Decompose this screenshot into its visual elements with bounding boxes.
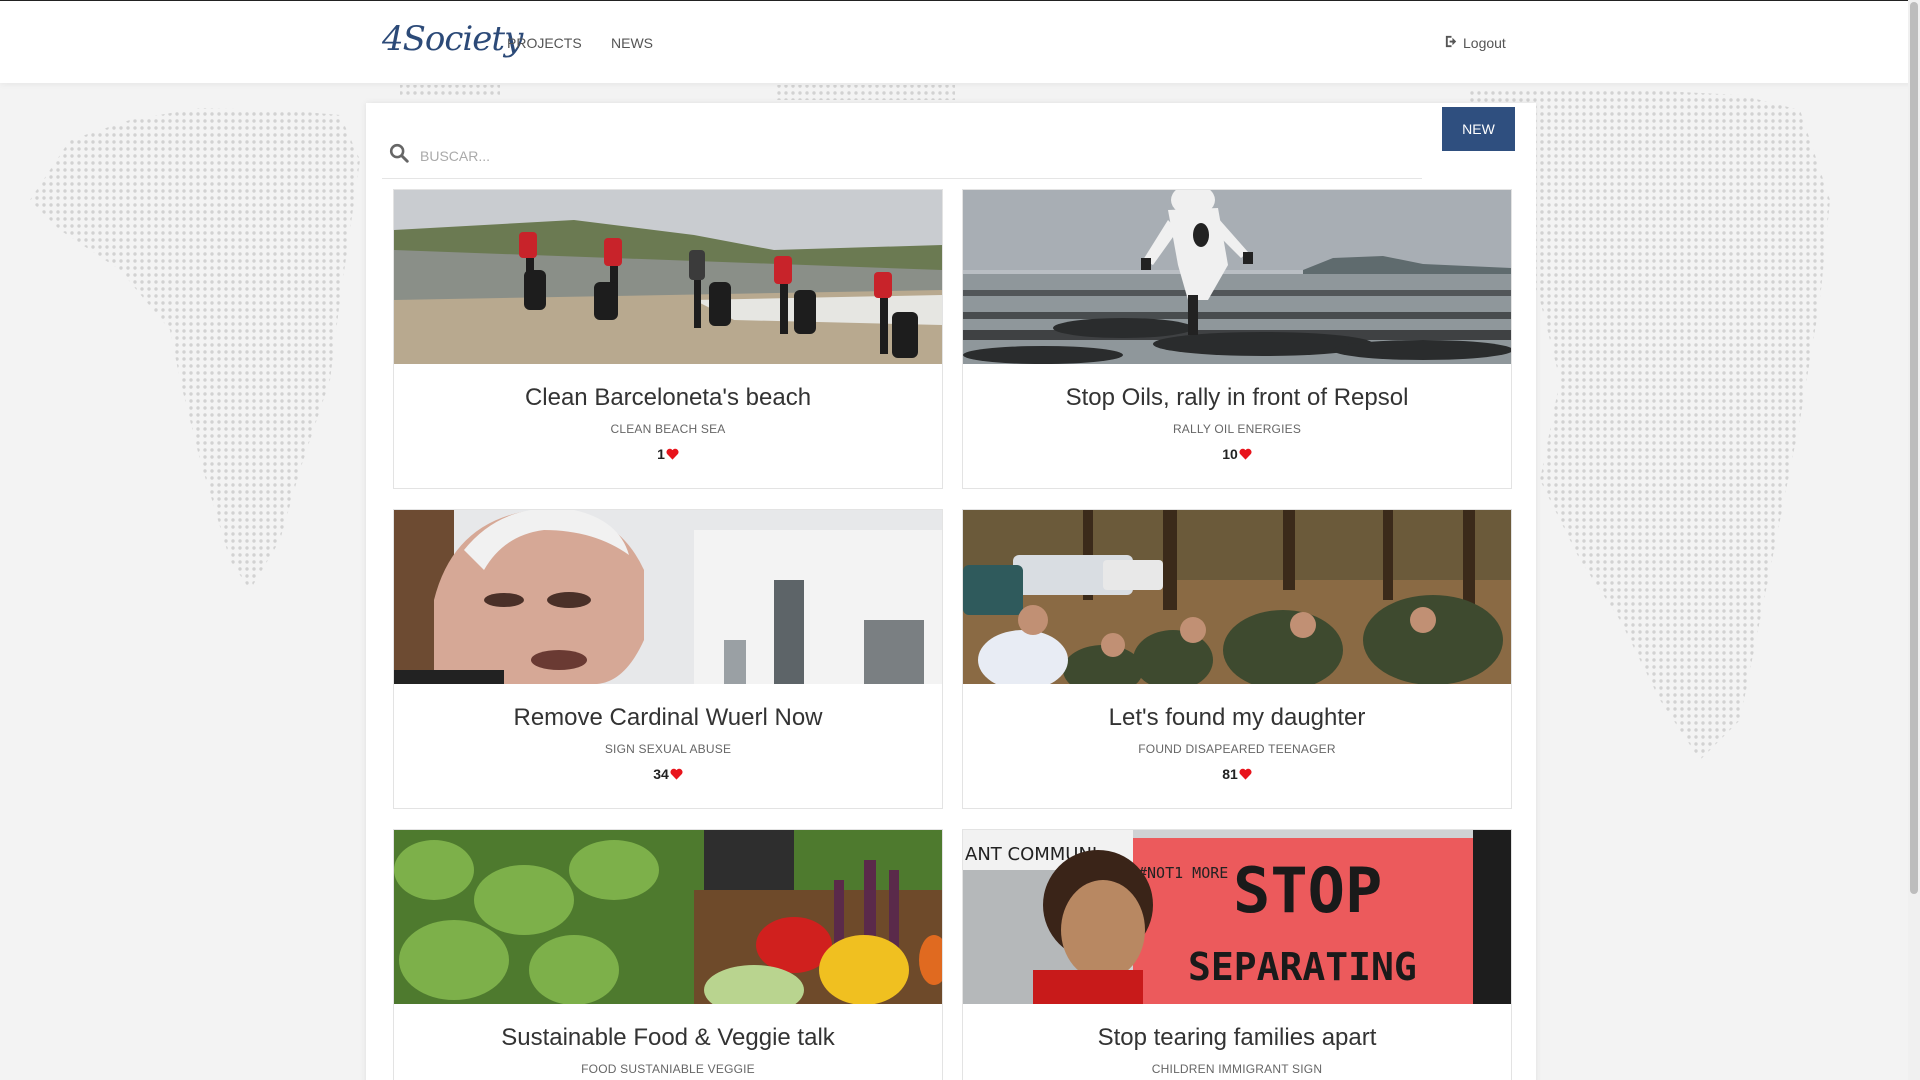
likes-number: 34 bbox=[653, 766, 669, 782]
search-input[interactable] bbox=[420, 147, 1320, 164]
project-title: Clean Barceloneta's beach bbox=[524, 384, 812, 411]
likes-number: 1 bbox=[657, 446, 665, 462]
sign-hashtag-text: #NOT1 MORE bbox=[1138, 864, 1228, 882]
sign-stop-text: STOP bbox=[1233, 854, 1382, 927]
likes-count[interactable]: 1 bbox=[394, 446, 942, 462]
heart-icon bbox=[666, 448, 679, 460]
nav-news-link[interactable]: NEWS bbox=[611, 35, 653, 51]
search-party-photo bbox=[963, 510, 1511, 684]
project-title: Remove Cardinal Wuerl Now bbox=[513, 704, 823, 731]
beach-cleanup-photo bbox=[394, 190, 942, 364]
heart-icon bbox=[1239, 768, 1252, 780]
project-title: Let's found my daughter bbox=[1108, 704, 1366, 731]
project-card[interactable]: Sustainable Food & Veggie talk FOOD SUST… bbox=[393, 829, 943, 1080]
project-card[interactable]: Remove Cardinal Wuerl Now SIGN SEXUAL AB… bbox=[393, 509, 943, 809]
project-title: Sustainable Food & Veggie talk bbox=[501, 1024, 835, 1051]
navbar: 4Society PROJECTS NEWS Logout bbox=[0, 0, 1920, 83]
project-card[interactable]: ANT COMMUNI #NOT1 MORE STOP SEPARATING S… bbox=[962, 829, 1512, 1080]
likes-count[interactable]: 81 bbox=[963, 766, 1511, 782]
sign-separating-text: SEPARATING bbox=[1188, 945, 1417, 989]
oil-spill-photo bbox=[963, 190, 1511, 364]
cardinal-portrait-photo bbox=[394, 510, 942, 684]
new-project-button[interactable]: NEW bbox=[1442, 107, 1515, 151]
sign-out-icon bbox=[1444, 34, 1459, 52]
heart-icon bbox=[670, 768, 683, 780]
heart-icon bbox=[1239, 448, 1252, 460]
project-tags: CHILDREN IMMIGRANT SIGN bbox=[1151, 1062, 1323, 1076]
projects-panel: NEW bbox=[366, 103, 1536, 1080]
scrollbar-thumb[interactable] bbox=[1910, 2, 1918, 894]
likes-number: 10 bbox=[1222, 446, 1238, 462]
project-tags: RALLY OIL ENERGIES bbox=[1172, 422, 1302, 436]
project-title: Stop tearing families apart bbox=[1097, 1024, 1377, 1051]
project-card[interactable]: Clean Barceloneta's beach CLEAN BEACH SE… bbox=[393, 189, 943, 489]
likes-number: 81 bbox=[1222, 766, 1238, 782]
brand-logo[interactable]: 4Society bbox=[382, 19, 523, 59]
likes-count[interactable]: 34 bbox=[394, 766, 942, 782]
project-tags: CLEAN BEACH SEA bbox=[610, 422, 726, 436]
project-tags: FOUND DISAPEARED TEENAGER bbox=[1138, 742, 1336, 756]
page-scrollbar[interactable] bbox=[1908, 0, 1920, 1080]
logout-link[interactable]: Logout bbox=[1444, 34, 1506, 52]
likes-count[interactable]: 10 bbox=[963, 446, 1511, 462]
protest-sign-photo: ANT COMMUNI #NOT1 MORE STOP SEPARATING bbox=[963, 830, 1511, 1004]
nav-projects-link[interactable]: PROJECTS bbox=[507, 35, 582, 51]
vegetables-photo bbox=[394, 830, 942, 1004]
project-title: Stop Oils, rally in front of Repsol bbox=[1065, 384, 1409, 411]
project-tags: FOOD SUSTANIABLE VEGGIE bbox=[581, 1062, 755, 1076]
project-card[interactable]: Stop Oils, rally in front of Repsol RALL… bbox=[962, 189, 1512, 489]
search-icon bbox=[382, 142, 410, 169]
logout-label: Logout bbox=[1463, 35, 1506, 51]
project-grid: Clean Barceloneta's beach CLEAN BEACH SE… bbox=[393, 189, 1512, 1080]
project-tags: SIGN SEXUAL ABUSE bbox=[604, 742, 732, 756]
project-card[interactable]: Let's found my daughter FOUND DISAPEARED… bbox=[962, 509, 1512, 809]
search-bar bbox=[382, 133, 1422, 179]
